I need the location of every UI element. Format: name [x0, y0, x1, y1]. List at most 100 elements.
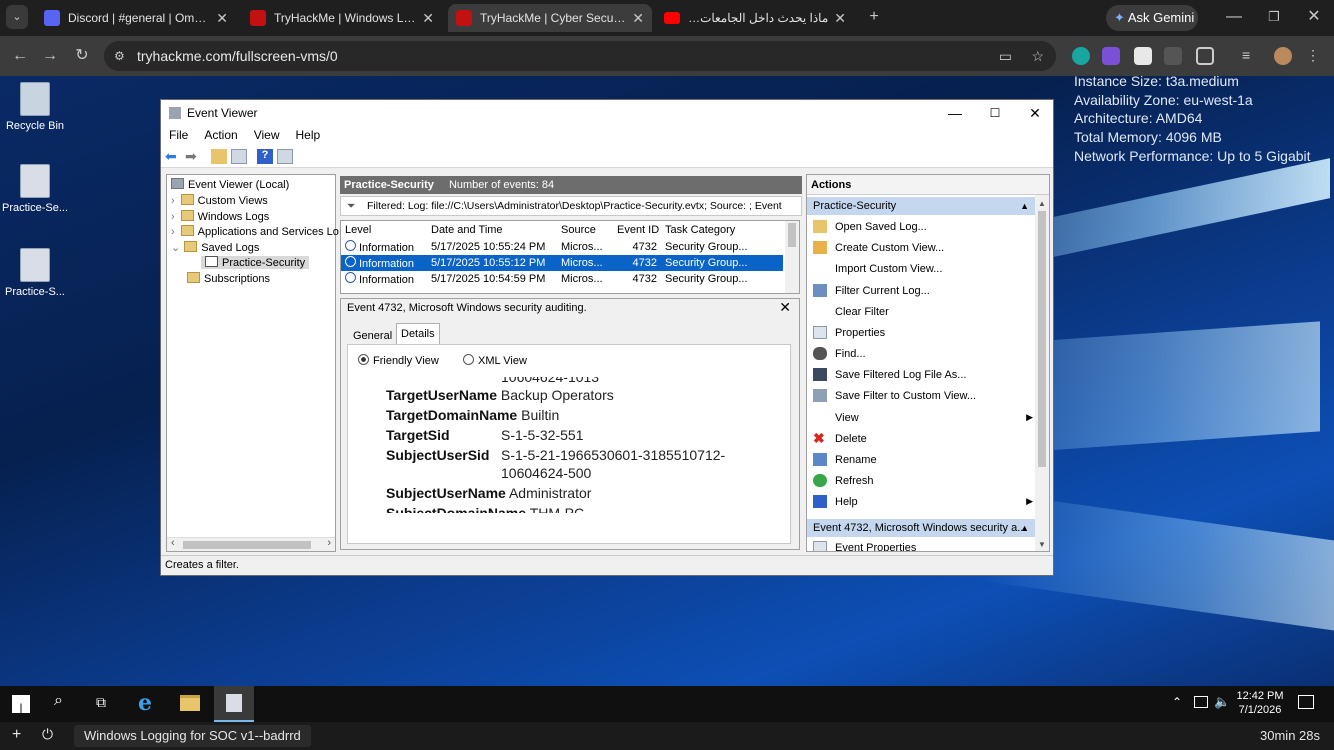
action-save-filtered-log[interactable]: Save Filtered Log File As... — [813, 368, 966, 381]
scrollbar-thumb[interactable] — [1038, 211, 1046, 467]
actions-section-practice-security[interactable]: Practice-Security ▲ — [807, 197, 1035, 215]
event-viewer-taskbar-button[interactable] — [214, 686, 254, 722]
scrollbar-thumb[interactable] — [788, 223, 796, 247]
tree-item-saved-logs[interactable]: ⌄ Saved Logs — [171, 241, 259, 254]
tree-item-root[interactable]: Event Viewer (Local) — [171, 178, 289, 191]
action-refresh[interactable]: Refresh — [813, 474, 874, 487]
vertical-scrollbar[interactable]: ▲ ▼ — [1035, 195, 1049, 551]
vertical-scrollbar[interactable] — [785, 221, 799, 293]
minimize-button[interactable]: — — [1222, 5, 1246, 29]
table-row[interactable]: Information 5/17/2025 10:55:24 PM Micros… — [341, 239, 783, 255]
extensions-puzzle-icon[interactable] — [1196, 47, 1214, 65]
bookmark-star-icon[interactable]: ☆ — [1031, 41, 1044, 71]
expand-chevron-icon[interactable]: › — [171, 226, 175, 238]
extension-icon[interactable] — [1072, 47, 1090, 65]
extension-icon[interactable] — [1134, 47, 1152, 65]
horizontal-scrollbar[interactable]: ‹ › — [167, 537, 335, 551]
column-header-event-id[interactable]: Event ID — [613, 221, 661, 239]
expand-chevron-icon[interactable]: › — [171, 195, 175, 207]
scroll-left-icon[interactable]: ‹ — [171, 537, 175, 549]
action-view-submenu[interactable]: View ▶ — [813, 411, 1033, 424]
power-icon[interactable]: ⏻ — [42, 726, 53, 743]
action-save-filter-custom-view[interactable]: Save Filter to Custom View... — [813, 389, 976, 402]
profile-avatar[interactable] — [1274, 47, 1292, 65]
menu-file[interactable]: File — [161, 126, 196, 146]
action-import-custom-view[interactable]: Import Custom View... — [813, 262, 942, 275]
network-icon[interactable] — [1194, 696, 1208, 708]
xml-view-radio[interactable]: XML View — [463, 354, 527, 367]
close-icon[interactable]: ✕ — [422, 10, 434, 27]
menu-help[interactable]: Help — [288, 126, 329, 146]
scroll-up-icon[interactable]: ▲ — [1038, 199, 1046, 208]
clipboard-icon[interactable]: ▭ — [999, 41, 1012, 71]
file-explorer-icon[interactable] — [180, 695, 200, 711]
tab-general[interactable]: General — [351, 326, 394, 346]
search-icon[interactable]: ⌕ — [54, 692, 63, 710]
close-icon[interactable]: ✕ — [779, 299, 791, 316]
extension-icon[interactable] — [1102, 47, 1120, 65]
menu-action[interactable]: Action — [196, 126, 245, 146]
recycle-bin-icon[interactable]: Recycle Bin — [0, 82, 70, 132]
action-help-submenu[interactable]: Help ▶ — [813, 495, 1033, 508]
action-filter-current-log[interactable]: Filter Current Log... — [813, 284, 930, 297]
scroll-right-icon[interactable]: › — [327, 537, 331, 549]
tree-item-practice-security[interactable]: Practice-Security — [201, 256, 310, 269]
media-controls-icon[interactable]: ≡ — [1242, 47, 1260, 65]
add-icon[interactable]: + — [12, 726, 21, 744]
action-clear-filter[interactable]: Clear Filter — [813, 305, 889, 318]
action-create-custom-view[interactable]: Create Custom View... — [813, 241, 944, 254]
site-info-icon[interactable]: ⚙ — [114, 41, 125, 71]
tab-discord[interactable]: Discord | #general | Omar's ser ✕ — [36, 4, 236, 32]
minimize-button[interactable]: — — [935, 100, 975, 126]
address-bar[interactable]: ⚙ tryhackme.com/fullscreen-vms/0 ▭ ☆ — [104, 41, 1056, 71]
column-header-date[interactable]: Date and Time — [427, 221, 557, 239]
tree-item-subscriptions[interactable]: Subscriptions — [187, 272, 270, 285]
task-view-icon[interactable]: ⧉ — [96, 694, 106, 711]
new-tab-button[interactable]: + — [862, 5, 886, 29]
close-window-button[interactable]: ✕ — [1302, 5, 1326, 29]
forward-arrow-icon[interactable]: ➡ — [185, 149, 201, 164]
column-header-source[interactable]: Source — [557, 221, 613, 239]
internet-explorer-icon[interactable]: e — [138, 690, 152, 716]
ask-gemini-button[interactable]: ✦ Ask Gemini — [1106, 5, 1198, 31]
start-windows-icon[interactable] — [12, 695, 30, 713]
clock[interactable]: 12:42 PM 7/1/2026 — [1236, 689, 1284, 717]
scrollbar-thumb[interactable] — [183, 541, 311, 549]
restore-button[interactable]: ❐ — [1262, 5, 1286, 29]
close-icon[interactable]: ✕ — [632, 10, 644, 27]
tree-item-windows-logs[interactable]: › Windows Logs — [171, 210, 269, 223]
notifications-icon[interactable] — [1298, 695, 1314, 709]
show-hidden-icons-chevron[interactable]: ⌃ — [1172, 695, 1182, 709]
actions-section-event[interactable]: Event 4732, Microsoft Windows security a… — [807, 519, 1035, 537]
menu-view[interactable]: View — [246, 126, 288, 146]
tab-details[interactable]: Details — [396, 323, 440, 344]
menu-kebab-icon[interactable]: ⋮ — [1306, 47, 1324, 65]
tree-item-applications-services[interactable]: › Applications and Services Lo — [171, 225, 339, 238]
table-row-selected[interactable]: Information 5/17/2025 10:55:12 PM Micros… — [341, 255, 783, 271]
collapse-chevron-icon[interactable]: ⌄ — [171, 242, 180, 254]
tab-thm-cyber[interactable]: TryHackMe | Cyber Security Tra ✕ — [448, 4, 652, 32]
collapse-icon[interactable]: ▲ — [1020, 519, 1029, 537]
volume-icon[interactable]: 🔈 — [1214, 694, 1230, 710]
back-arrow-icon[interactable]: ⬅ — [165, 149, 181, 164]
action-event-properties[interactable]: Event Properties — [813, 541, 916, 551]
desktop-file-icon[interactable]: Practice-S... — [0, 248, 70, 298]
action-properties[interactable]: Properties — [813, 326, 885, 339]
maximize-button[interactable]: ☐ — [975, 100, 1015, 126]
expand-chevron-icon[interactable]: › — [171, 211, 175, 223]
show-hide-tree-icon[interactable] — [231, 149, 247, 164]
action-open-saved-log[interactable]: Open Saved Log... — [813, 220, 927, 233]
close-icon[interactable]: ✕ — [216, 10, 228, 27]
action-delete[interactable]: ✖ Delete — [813, 431, 867, 445]
tree-item-custom-views[interactable]: › Custom Views — [171, 194, 268, 207]
column-header-level[interactable]: Level — [341, 221, 427, 239]
desktop-file-icon[interactable]: Practice-Se... — [0, 164, 70, 214]
friendly-view-radio[interactable]: Friendly View — [358, 354, 439, 367]
column-header-task-category[interactable]: Task Category — [661, 221, 783, 239]
close-button[interactable]: ✕ — [1015, 100, 1055, 126]
show-hide-action-pane-icon[interactable] — [277, 149, 293, 164]
tab-search-button[interactable]: ⌄ — [6, 5, 28, 29]
collapse-icon[interactable]: ▲ — [1020, 197, 1029, 215]
scroll-down-icon[interactable]: ▼ — [1038, 540, 1046, 549]
session-name[interactable]: Windows Logging for SOC v1--badrrd — [74, 725, 311, 747]
